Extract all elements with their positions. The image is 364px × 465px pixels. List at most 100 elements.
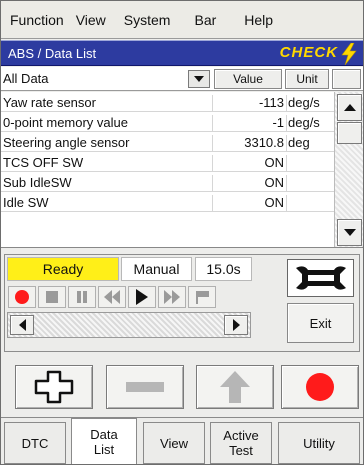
- record-dot-icon: [15, 290, 29, 304]
- menu-view[interactable]: View: [76, 12, 106, 28]
- tab-active-test[interactable]: Active Test: [210, 422, 272, 464]
- exit-button[interactable]: Exit: [287, 303, 354, 343]
- record-big-button[interactable]: [281, 365, 359, 409]
- row-unit: deg/s: [286, 115, 334, 132]
- tab-label: DTC: [21, 435, 49, 451]
- move-up-button[interactable]: [196, 365, 274, 409]
- scroll-thumb[interactable]: [337, 122, 362, 144]
- arrow-up-big-icon: [220, 371, 250, 403]
- header-corner-button[interactable]: [332, 69, 361, 89]
- plus-icon: [34, 370, 74, 404]
- flag-icon: [196, 291, 209, 304]
- check-badge: CHECK: [279, 44, 338, 61]
- record-dot-icon: [306, 373, 334, 401]
- chevron-down-icon: [194, 76, 204, 82]
- vertical-scrollbar[interactable]: [334, 92, 363, 247]
- scroll-down-button[interactable]: [337, 219, 362, 246]
- data-list-table: Yaw rate sensor -113 deg/s 0-point memor…: [1, 92, 363, 248]
- tab-label: Utility: [303, 435, 335, 451]
- row-value: ON: [212, 175, 285, 192]
- fast-forward-button[interactable]: [158, 286, 186, 308]
- recording-control-panel: Ready Manual 15.0s Exit: [4, 254, 360, 352]
- table-row[interactable]: Idle SW ON: [1, 192, 334, 212]
- arrow-left-icon: [18, 319, 26, 331]
- status-ready: Ready: [7, 257, 119, 281]
- tab-utility[interactable]: Utility: [278, 422, 360, 464]
- value-column-header[interactable]: Value: [214, 69, 282, 89]
- unit-column-label: Unit: [296, 72, 318, 86]
- tab-view[interactable]: View: [143, 422, 205, 464]
- interval-label: 15.0s: [206, 261, 241, 277]
- lightning-icon: [341, 43, 357, 65]
- menu-bar-item[interactable]: Bar: [194, 12, 216, 28]
- table-row-empty: [1, 212, 334, 232]
- row-unit: deg: [286, 135, 334, 152]
- rewind-icon: [104, 290, 120, 304]
- row-unit: [286, 195, 334, 212]
- table-row[interactable]: Yaw rate sensor -113 deg/s: [1, 92, 334, 112]
- pause-button[interactable]: [68, 286, 96, 308]
- table-row[interactable]: Sub IdleSW ON: [1, 172, 334, 192]
- menu-bar: Function View System Bar Help: [1, 1, 363, 39]
- play-icon: [136, 289, 148, 305]
- row-name: 0-point memory value: [3, 115, 128, 130]
- row-value: ON: [212, 155, 285, 172]
- tool-button[interactable]: [287, 259, 354, 297]
- row-unit: [286, 155, 334, 172]
- tab-bar: DTC Data List View Active Test Utility: [1, 417, 363, 464]
- rewind-button[interactable]: [98, 286, 126, 308]
- arrow-down-icon: [343, 229, 356, 236]
- table-row[interactable]: TCS OFF SW ON: [1, 152, 334, 172]
- stop-button[interactable]: [38, 286, 66, 308]
- row-value: 3310.8: [212, 135, 285, 152]
- row-name: TCS OFF SW: [3, 155, 84, 170]
- scroll-left-button[interactable]: [10, 315, 34, 335]
- horizontal-scrollbar[interactable]: [7, 312, 251, 338]
- filter-select-value[interactable]: All Data: [3, 71, 49, 86]
- app-window: Function View System Bar Help ABS / Data…: [0, 0, 364, 465]
- table-row[interactable]: 0-point memory value -1 deg/s: [1, 112, 334, 132]
- wrench-icon: [295, 266, 346, 290]
- row-name: Sub IdleSW: [3, 175, 72, 190]
- tab-label: Data List: [90, 426, 118, 457]
- tab-data-list[interactable]: Data List: [71, 418, 137, 464]
- flag-button[interactable]: [188, 286, 216, 308]
- arrow-right-icon: [232, 319, 240, 331]
- minus-icon: [126, 382, 164, 392]
- remove-button[interactable]: [106, 365, 184, 409]
- menu-system[interactable]: System: [124, 12, 171, 28]
- row-unit: [286, 175, 334, 192]
- value-column-label: Value: [233, 72, 263, 86]
- row-unit: deg/s: [286, 95, 334, 112]
- record-button[interactable]: [8, 286, 36, 308]
- interval-display[interactable]: 15.0s: [195, 257, 252, 281]
- pause-icon: [77, 291, 87, 303]
- list-header: All Data Value Unit: [1, 67, 363, 91]
- exit-label: Exit: [309, 315, 332, 331]
- status-ready-label: Ready: [42, 261, 84, 277]
- menu-function[interactable]: Function: [10, 12, 64, 28]
- row-value: -1: [212, 115, 285, 132]
- arrow-up-icon: [343, 104, 356, 111]
- tab-label: Active Test: [223, 428, 259, 458]
- row-value: -113: [212, 95, 285, 112]
- scroll-up-button[interactable]: [337, 94, 362, 121]
- tab-label: View: [160, 435, 188, 451]
- row-value: ON: [212, 195, 285, 212]
- stop-icon: [46, 291, 58, 303]
- tab-dtc[interactable]: DTC: [4, 422, 66, 464]
- filter-dropdown-button[interactable]: [188, 70, 210, 88]
- scroll-right-button[interactable]: [224, 315, 248, 335]
- menu-help[interactable]: Help: [244, 12, 273, 28]
- page-title: ABS / Data List: [8, 46, 97, 61]
- row-name: Yaw rate sensor: [3, 95, 96, 110]
- unit-column-header[interactable]: Unit: [285, 69, 329, 89]
- mode-manual[interactable]: Manual: [121, 257, 192, 281]
- row-name: Idle SW: [3, 195, 49, 210]
- fast-forward-icon: [164, 290, 180, 304]
- table-row[interactable]: Steering angle sensor 3310.8 deg: [1, 132, 334, 152]
- title-bar: ABS / Data List CHECK: [1, 40, 363, 66]
- row-name: Steering angle sensor: [3, 135, 130, 150]
- play-button[interactable]: [128, 286, 156, 308]
- add-button[interactable]: [15, 365, 93, 409]
